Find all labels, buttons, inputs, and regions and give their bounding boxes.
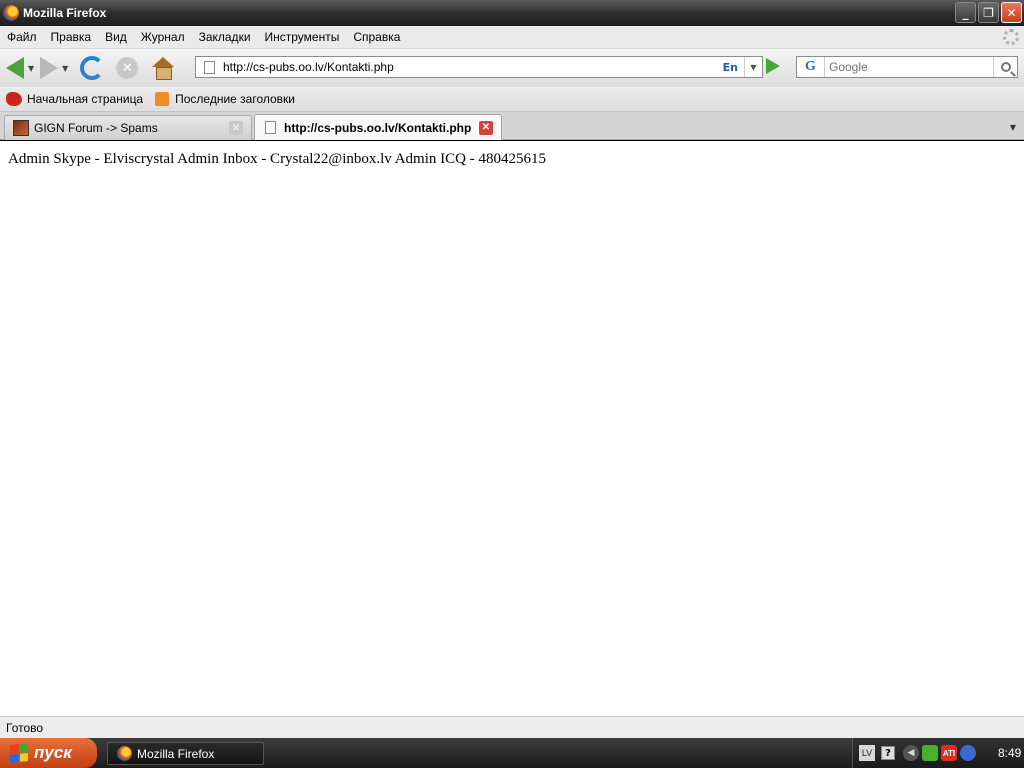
page-favicon-icon — [204, 60, 215, 74]
window-title: Mozilla Firefox — [23, 6, 107, 20]
window-titlebar[interactable]: Mozilla Firefox _ ❐ ✕ — [0, 0, 1024, 26]
forward-history-dropdown-icon[interactable]: ▼ — [62, 64, 68, 73]
tray-app-blue-icon[interactable] — [960, 745, 976, 761]
page-favicon-icon — [265, 121, 276, 134]
tab-label: GIGN Forum -> Spams — [34, 121, 158, 135]
start-label: пуск — [34, 743, 72, 762]
search-input[interactable] — [825, 60, 993, 74]
taskbar: пуск Mozilla Firefox LV ? ◀ ATI 8:49 — [0, 738, 1024, 768]
bookmark-latest-headlines[interactable]: Последние заголовки — [155, 92, 295, 106]
search-icon — [1000, 62, 1011, 72]
tab-bar: GIGN Forum -> Spams ✕ http://cs-pubs.oo.… — [0, 112, 1024, 140]
tab-kontakti[interactable]: http://cs-pubs.oo.lv/Kontakti.php ✕ — [254, 114, 502, 140]
firefox-icon — [3, 5, 19, 21]
menu-tools[interactable]: Инструменты — [258, 30, 347, 44]
url-history-dropdown-icon[interactable]: ▼ — [744, 57, 762, 77]
bookmark-label: Начальная страница — [27, 92, 144, 106]
go-button-icon[interactable] — [766, 58, 780, 74]
status-text: Готово — [6, 720, 44, 735]
status-bar: Готово — [0, 716, 1024, 738]
search-button[interactable] — [993, 57, 1017, 77]
forward-arrow-icon — [40, 57, 59, 79]
show-hidden-icons-icon[interactable]: ◀ — [903, 745, 919, 761]
navigation-toolbar: ▼ ▼ ✕ http://cs-pubs.oo.lv/Kontakti.php … — [0, 49, 1024, 87]
language-indicator: En — [722, 60, 738, 74]
home-icon[interactable] — [152, 57, 175, 80]
windows-logo-icon — [10, 743, 28, 763]
menu-view[interactable]: Вид — [98, 30, 134, 44]
taskbar-item-firefox[interactable]: Mozilla Firefox — [107, 742, 264, 765]
bookmark-icon — [6, 92, 22, 106]
close-button[interactable]: ✕ — [1001, 2, 1022, 23]
gign-favicon-icon — [13, 120, 29, 136]
tab-list-dropdown-icon[interactable]: ▼ — [1004, 116, 1022, 138]
address-bar[interactable]: http://cs-pubs.oo.lv/Kontakti.php En ▼ — [195, 56, 763, 78]
bookmark-label: Последние заголовки — [175, 92, 295, 106]
address-input[interactable]: http://cs-pubs.oo.lv/Kontakti.php — [223, 60, 723, 74]
maximize-button[interactable]: ❐ — [978, 2, 999, 23]
reload-icon[interactable] — [80, 56, 105, 80]
firefox-icon — [117, 746, 132, 761]
back-button[interactable] — [0, 54, 24, 82]
tab-close-icon[interactable]: ✕ — [479, 120, 493, 135]
menu-bookmarks[interactable]: Закладки — [192, 30, 258, 44]
tab-gign-forum[interactable]: GIGN Forum -> Spams ✕ — [4, 115, 252, 140]
system-tray: LV ? ◀ ATI 8:49 — [852, 738, 1024, 768]
tab-label: http://cs-pubs.oo.lv/Kontakti.php — [284, 120, 472, 135]
menu-history[interactable]: Журнал — [134, 30, 192, 44]
bookmark-home-page[interactable]: Начальная страница — [6, 92, 143, 106]
contact-text: Admin Skype - Elviscrystal Admin Inbox -… — [8, 151, 546, 167]
help-icon[interactable]: ? — [881, 746, 895, 760]
menu-bar: Файл Правка Вид Журнал Закладки Инструме… — [0, 26, 1024, 49]
rss-icon — [155, 92, 170, 106]
bookmarks-toolbar: Начальная страница Последние заголовки — [0, 87, 1024, 112]
clock[interactable]: 8:49 — [998, 746, 1021, 760]
keyboard-language-indicator[interactable]: LV — [859, 745, 875, 761]
back-history-dropdown-icon[interactable]: ▼ — [28, 64, 34, 73]
ati-icon[interactable]: ATI — [941, 745, 957, 761]
menu-edit[interactable]: Правка — [44, 30, 99, 44]
window-controls: _ ❐ ✕ — [955, 2, 1022, 23]
stop-icon[interactable]: ✕ — [116, 57, 139, 79]
menu-file[interactable]: Файл — [0, 30, 44, 44]
start-button[interactable]: пуск — [0, 738, 97, 768]
page-content: Admin Skype - Elviscrystal Admin Inbox -… — [0, 141, 1024, 716]
throbber-icon — [1003, 29, 1019, 45]
back-arrow-icon — [6, 57, 24, 79]
minimize-button[interactable]: _ — [955, 2, 976, 23]
search-engine-icon[interactable]: G — [797, 57, 825, 77]
forward-button[interactable] — [40, 54, 59, 82]
tray-app-green-icon[interactable] — [922, 745, 938, 761]
taskbar-item-label: Mozilla Firefox — [137, 746, 215, 761]
search-bar: G — [796, 56, 1018, 78]
tab-close-icon[interactable]: ✕ — [229, 121, 243, 135]
menu-help[interactable]: Справка — [346, 30, 407, 44]
